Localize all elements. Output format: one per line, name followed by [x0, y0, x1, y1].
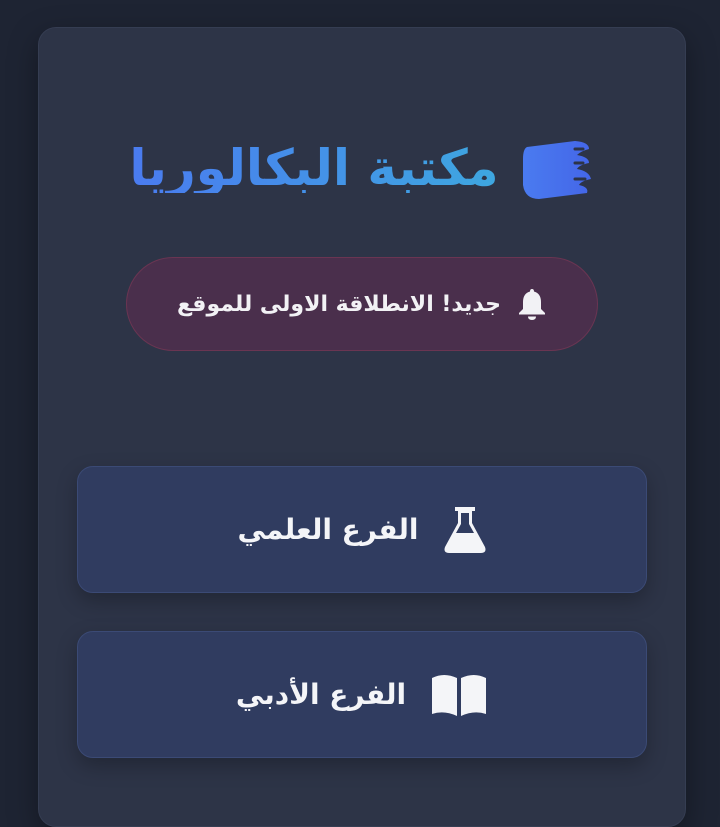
bell-icon: [518, 289, 545, 320]
announcement-text: جديد! الانطلاقة الاولى للموقع: [177, 291, 501, 317]
flask-icon: [444, 506, 485, 553]
science-branch-button[interactable]: الفرع العلمي: [77, 466, 647, 593]
announcement-banner[interactable]: جديد! الانطلاقة الاولى للموقع: [126, 257, 598, 351]
literary-branch-label: الفرع الأدبي: [235, 678, 407, 711]
book-icon: [522, 141, 591, 199]
open-book-icon: [432, 674, 487, 716]
science-branch-label: الفرع العلمي: [237, 513, 419, 546]
main-card: مكتبة البكالوريا جديد! الانطلاقة الاولى …: [38, 27, 686, 827]
literary-branch-button[interactable]: الفرع الأدبي: [77, 631, 647, 758]
site-title: مكتبة البكالوريا: [129, 139, 499, 197]
site-header: مكتبة البكالوريا: [39, 123, 687, 213]
